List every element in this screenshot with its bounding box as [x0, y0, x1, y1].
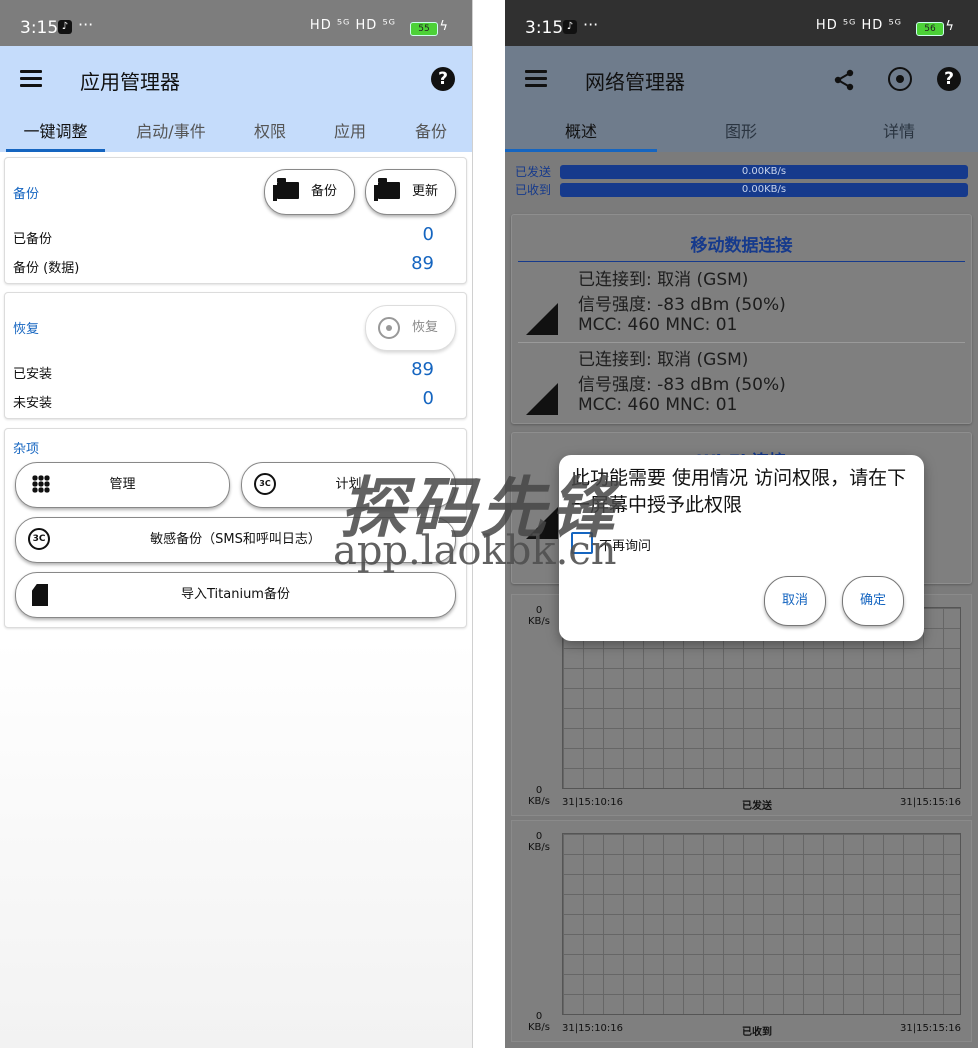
mobile-data-title: 移动数据连接 [690, 236, 793, 256]
watermark-url: app.laokbk.cn [333, 528, 617, 574]
mcc-mnc: MCC: 460 MNC: 01 [578, 395, 738, 415]
status-bar: 3:15 ♪ ··· HD ⁵ᴳ HD ⁵ᴳ 55 ϟ [0, 0, 472, 46]
mobile-data-panel: 移动数据连接 已连接到: 取消 (GSM) 信号强度: -83 dBm (50%… [511, 214, 972, 424]
help-icon[interactable]: ? [937, 67, 961, 91]
signal-strength: 信号强度: -83 dBm (50%) [578, 295, 786, 315]
tab-permissions[interactable]: 权限 [240, 112, 300, 152]
chart-label: 已收到 [742, 1027, 772, 1038]
battery-icon: 56 [916, 22, 944, 36]
app-bar: 应用管理器 ? [0, 46, 472, 112]
tab-bar: 一键调整 启动/事件 权限 应用 备份 [0, 112, 472, 152]
dialog-message: 此功能需要 使用情况 访问权限，请在下一屏幕中授予此权限 [571, 467, 907, 516]
sent-rate-label: 已发送 [515, 165, 552, 179]
installed-label: 已安装 [13, 367, 53, 382]
signal-bars-icon [526, 303, 558, 335]
backed-up-label: 已备份 [13, 232, 53, 247]
divider [518, 261, 965, 262]
backup-data-label: 备份 (数据) [13, 261, 80, 276]
restore-button[interactable]: 恢复 [365, 305, 456, 351]
sent-rate-bar: 0.00KB/s [560, 165, 968, 179]
tab-startup-events[interactable]: 启动/事件 [118, 112, 224, 152]
manage-button-label: 管理 [109, 477, 136, 492]
misc-card-title: 杂项 [13, 442, 40, 457]
tab-graphs[interactable]: 图形 [665, 112, 817, 152]
signal-strength: 信号强度: -83 dBm (50%) [578, 375, 786, 395]
restore-card-title: 恢复 [13, 322, 40, 337]
tab-details[interactable]: 详情 [823, 112, 975, 152]
menu-icon[interactable] [20, 70, 42, 88]
status-time: 3:15 [20, 18, 59, 38]
charging-icon: ϟ [439, 19, 448, 34]
sent-rate-row: 已发送 0.00KB/s [505, 164, 978, 180]
ok-button[interactable]: 确定 [842, 576, 904, 626]
status-bar: 3:15 ♪ ··· HD ⁵ᴳ HD ⁵ᴳ 56 ϟ [505, 0, 978, 46]
import-titanium-label: 导入Titanium备份 [181, 587, 290, 602]
y-axis-top: 0 KB/s [528, 831, 550, 853]
app-bar: 网络管理器 ? [505, 46, 978, 112]
signal-icon: HD ⁵ᴳ HD ⁵ᴳ [309, 18, 396, 33]
tab-apps[interactable]: 应用 [320, 112, 380, 152]
update-button-label: 更新 [412, 184, 439, 199]
help-icon[interactable]: ? [431, 67, 455, 91]
chart-label: 已发送 [742, 801, 772, 812]
backup-data-value: 89 [411, 253, 434, 274]
restore-card: 恢复 恢复 已安装 89 未安装 0 [4, 292, 467, 419]
tiktok-icon: ♪ [563, 20, 577, 34]
tab-overview[interactable]: 概述 [505, 112, 657, 152]
share-icon[interactable] [832, 68, 856, 92]
connection-item: 已连接到: 取消 (GSM) 信号强度: -83 dBm (50%) MCC: … [518, 263, 965, 341]
backed-up-value: 0 [422, 224, 434, 245]
manage-button[interactable]: 管理 [15, 462, 230, 508]
recv-rate-row: 已收到 0.00KB/s [505, 182, 978, 198]
time-start: 31|15:10:16 [562, 1023, 624, 1034]
folder-icon [374, 178, 400, 201]
backup-card: 备份 备份 更新 已备份 0 备份 (数据) 89 [4, 157, 467, 284]
time-start: 31|15:10:16 [562, 797, 624, 808]
restore-icon [378, 317, 400, 339]
recv-chart: 0 KB/s 0 KB/s 31|15:10:16 已收到 31|15:15:16 [511, 820, 972, 1042]
page-title: 网络管理器 [585, 70, 685, 94]
status-more: ··· [583, 15, 599, 34]
page-title: 应用管理器 [80, 70, 180, 94]
restore-button-label: 恢复 [412, 320, 439, 335]
time-end: 31|15:15:16 [899, 1023, 961, 1034]
mcc-mnc: MCC: 460 MNC: 01 [578, 315, 738, 335]
status-time: 3:15 [525, 18, 564, 38]
not-installed-label: 未安装 [13, 396, 53, 411]
charging-icon: ϟ [945, 19, 954, 34]
installed-value: 89 [411, 359, 434, 380]
record-icon[interactable] [888, 67, 912, 91]
connected-to: 已连接到: 取消 (GSM) [578, 270, 749, 290]
folder-icon [273, 178, 299, 201]
time-end: 31|15:15:16 [899, 797, 961, 808]
backup-button[interactable]: 备份 [264, 169, 355, 215]
battery-icon: 55 [410, 22, 438, 36]
connection-item: 已连接到: 取消 (GSM) 信号强度: -83 dBm (50%) MCC: … [518, 342, 965, 421]
connected-to: 已连接到: 取消 (GSM) [578, 350, 749, 370]
recv-rate-label: 已收到 [515, 183, 552, 197]
update-button[interactable]: 更新 [365, 169, 456, 215]
status-more: ··· [78, 15, 94, 34]
y-axis-top: 0 KB/s [528, 605, 550, 627]
tab-one-click[interactable]: 一键调整 [6, 112, 105, 152]
tab-bar: 概述 图形 详情 [505, 112, 978, 152]
y-axis-bottom: 0 KB/s [528, 1011, 550, 1033]
signal-icon: HD ⁵ᴳ HD ⁵ᴳ [815, 18, 902, 33]
import-titanium-button[interactable]: 导入Titanium备份 [15, 572, 456, 618]
y-axis-bottom: 0 KB/s [528, 785, 550, 807]
signal-bars-icon [526, 383, 558, 415]
tab-backup[interactable]: 备份 [400, 112, 462, 152]
recv-rate-bar: 0.00KB/s [560, 183, 968, 197]
not-installed-value: 0 [422, 388, 434, 409]
tiktok-icon: ♪ [58, 20, 72, 34]
backup-button-label: 备份 [311, 184, 338, 199]
recv-chart-plot [562, 833, 961, 1015]
menu-icon[interactable] [525, 70, 547, 88]
cancel-button[interactable]: 取消 [764, 576, 826, 626]
backup-card-title: 备份 [13, 187, 40, 202]
